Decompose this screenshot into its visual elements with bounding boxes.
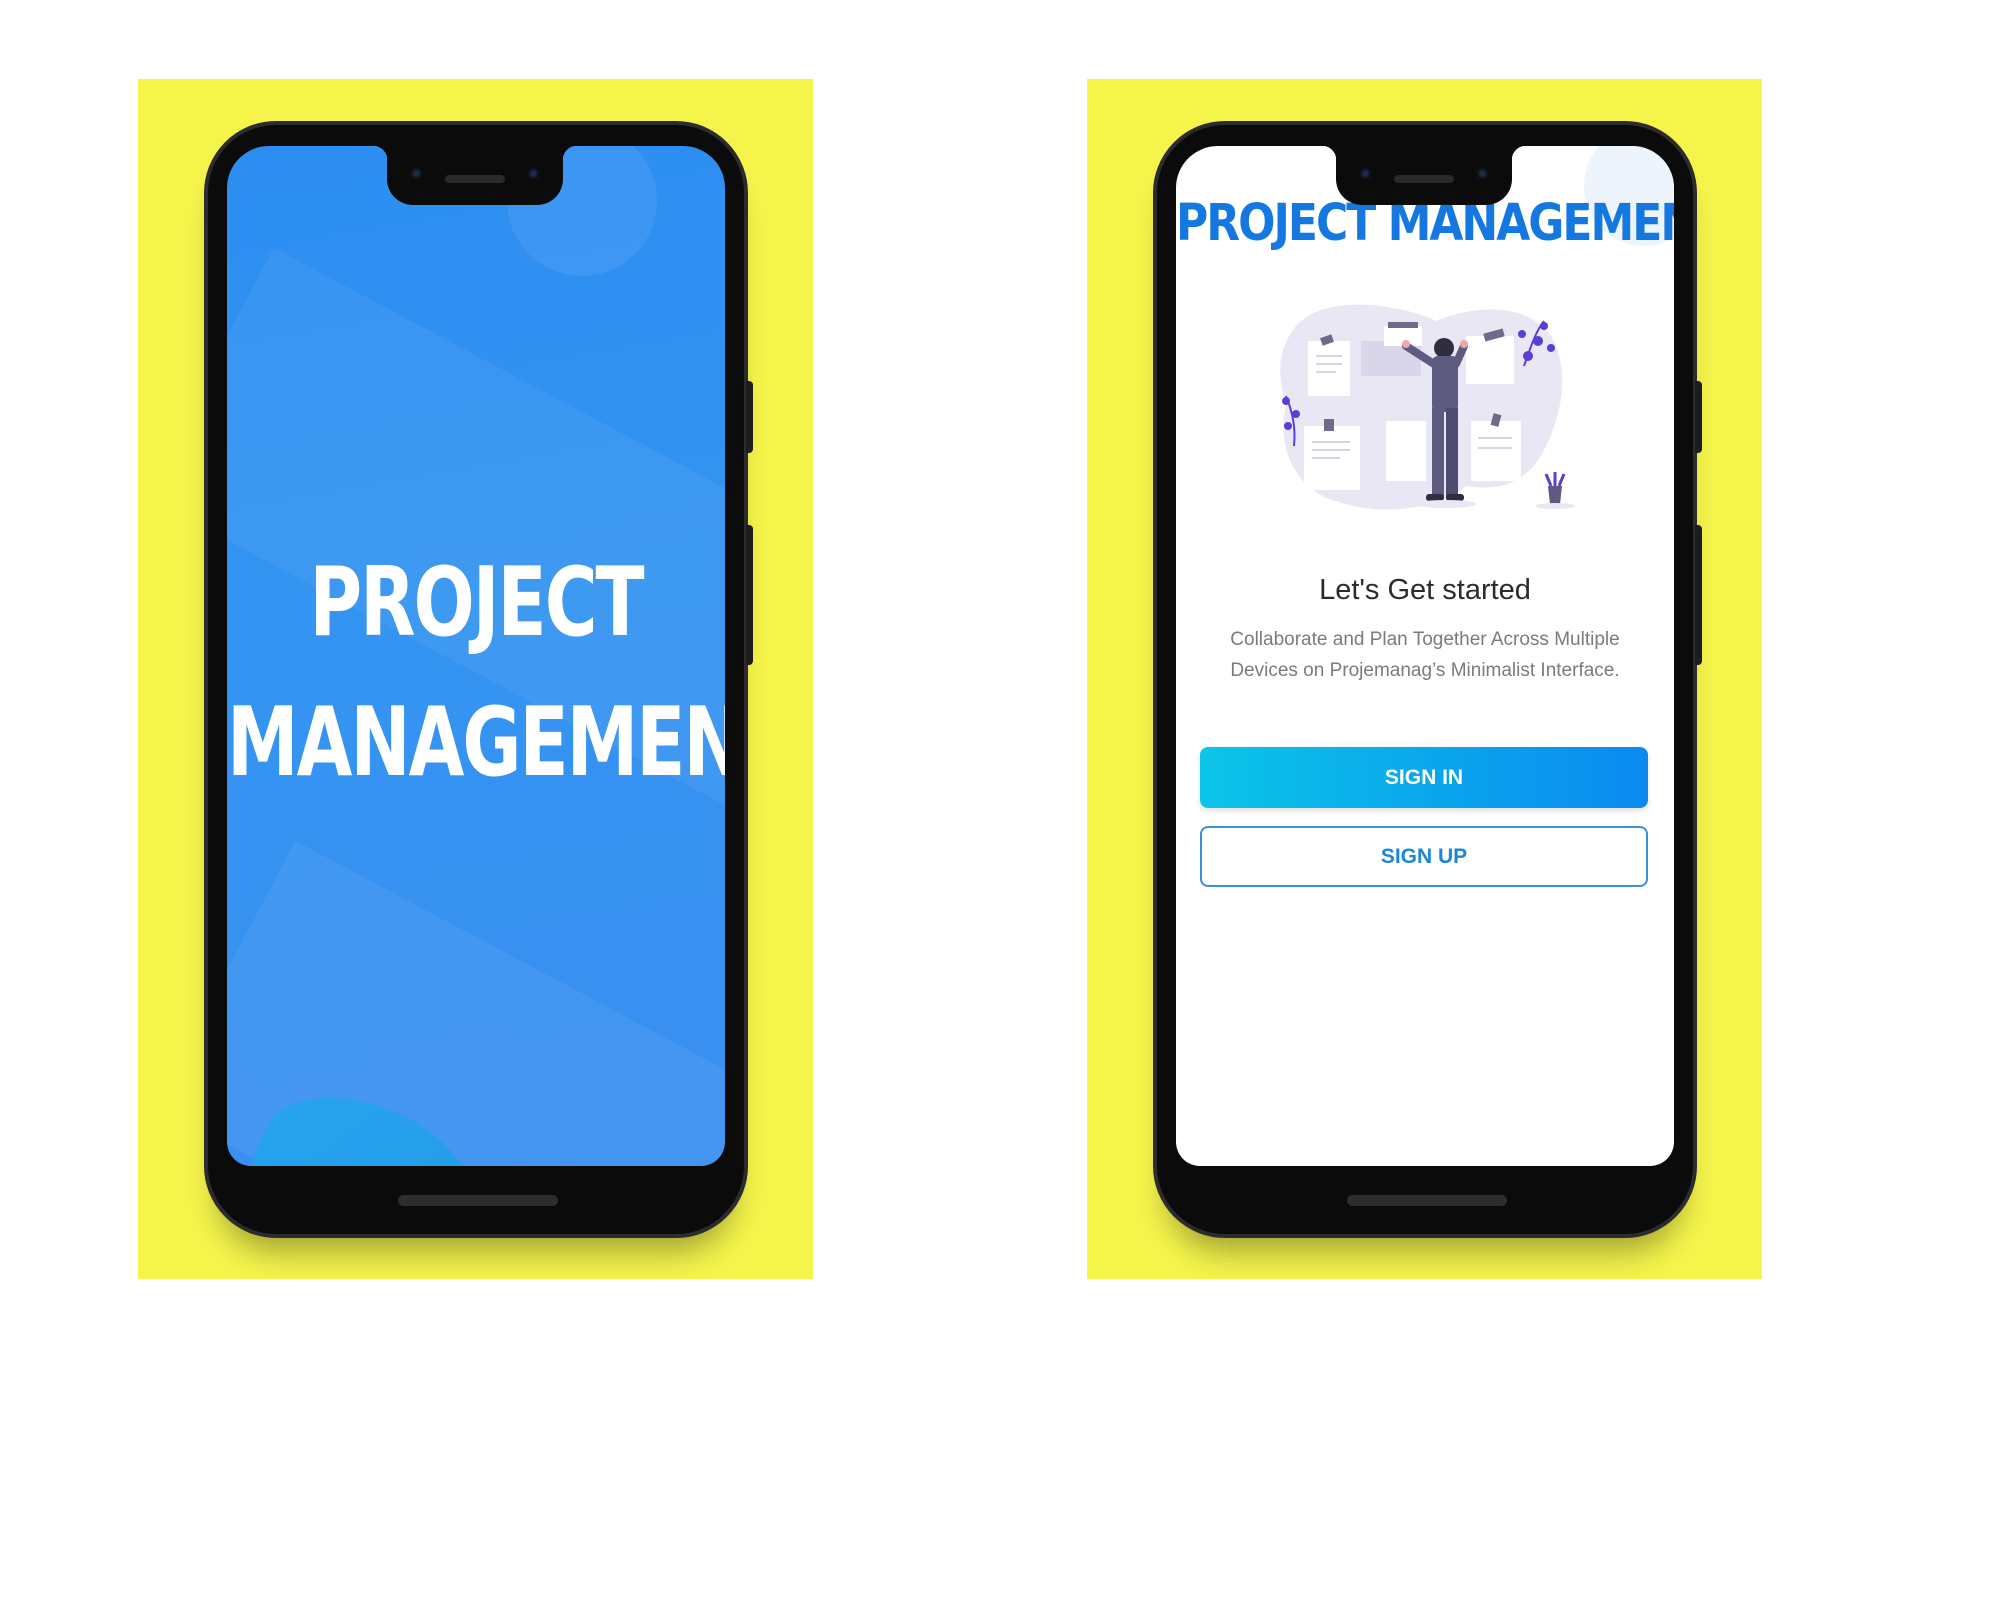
earpiece-speaker xyxy=(1394,175,1454,183)
phone-welcome: PROJECT MANAGEMENT Let's Get started Col… xyxy=(1153,121,1702,1238)
front-camera-icon xyxy=(411,168,422,179)
app-logo-text: PROJECT MANAGEMENT xyxy=(1176,194,1674,253)
welcome-description: Collaborate and Plan Together Across Mul… xyxy=(1230,629,1620,681)
project-board-illustration xyxy=(1280,304,1575,510)
splash-title-line2: MANAGEMENT xyxy=(227,686,725,798)
earpiece-speaker xyxy=(445,175,505,183)
phone-splash: PROJECT MANAGEMENT xyxy=(204,121,753,1238)
volume-button xyxy=(1695,525,1702,665)
welcome-heading: Let's Get started xyxy=(1319,574,1531,606)
mockup-canvas: PROJECT MANAGEMENT PROJECT MANAGEMENT xyxy=(0,0,2000,1600)
power-button xyxy=(1695,381,1702,453)
sign-up-button[interactable]: SIGN UP xyxy=(1200,826,1648,887)
home-indicator xyxy=(1347,1195,1507,1206)
splash-title-line1: PROJECT xyxy=(309,546,644,658)
sign-in-button[interactable]: SIGN IN xyxy=(1200,747,1648,808)
front-camera-icon xyxy=(528,168,539,179)
welcome-screen: PROJECT MANAGEMENT Let's Get started Col… xyxy=(1176,146,1674,1166)
camera-notch xyxy=(373,146,577,205)
splash-screen: PROJECT MANAGEMENT xyxy=(227,146,725,1166)
volume-button xyxy=(746,525,753,665)
camera-notch xyxy=(1322,146,1526,205)
home-indicator xyxy=(398,1195,558,1206)
front-camera-icon xyxy=(1360,168,1371,179)
power-button xyxy=(746,381,753,453)
splash-title: PROJECT MANAGEMENT xyxy=(227,555,725,790)
front-camera-icon xyxy=(1477,168,1488,179)
